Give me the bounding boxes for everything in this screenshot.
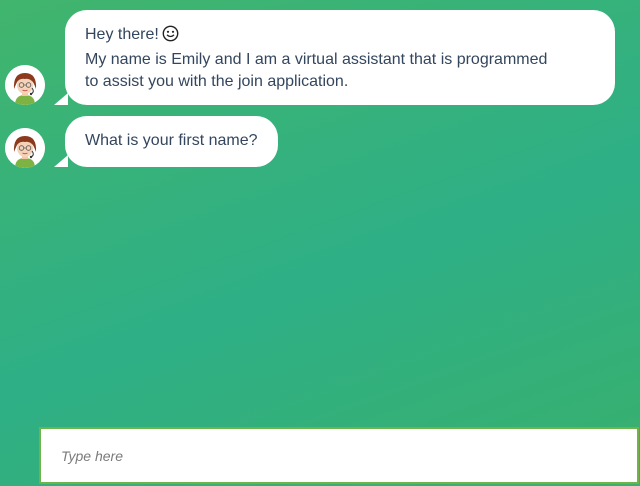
message-line: My name is Emily and I am a virtual assi… <box>85 51 548 68</box>
message-input[interactable] <box>41 429 637 482</box>
message-bubble: What is your first name? <box>54 116 278 167</box>
message-input-container <box>39 427 639 484</box>
smiley-icon <box>162 25 179 49</box>
bubble-tail <box>54 155 68 167</box>
message-line: to assist you with the join application. <box>85 73 349 90</box>
assistant-avatar-icon <box>5 65 45 105</box>
chat-window: Hey there! My name is Emily and I am a v… <box>0 0 640 420</box>
assistant-avatar-icon <box>5 128 45 168</box>
message-bubble: Hey there! My name is Emily and I am a v… <box>54 10 615 105</box>
bubble-tail <box>54 93 68 105</box>
message-line: What is your first name? <box>85 132 258 149</box>
message-line: Hey there! <box>85 24 595 49</box>
